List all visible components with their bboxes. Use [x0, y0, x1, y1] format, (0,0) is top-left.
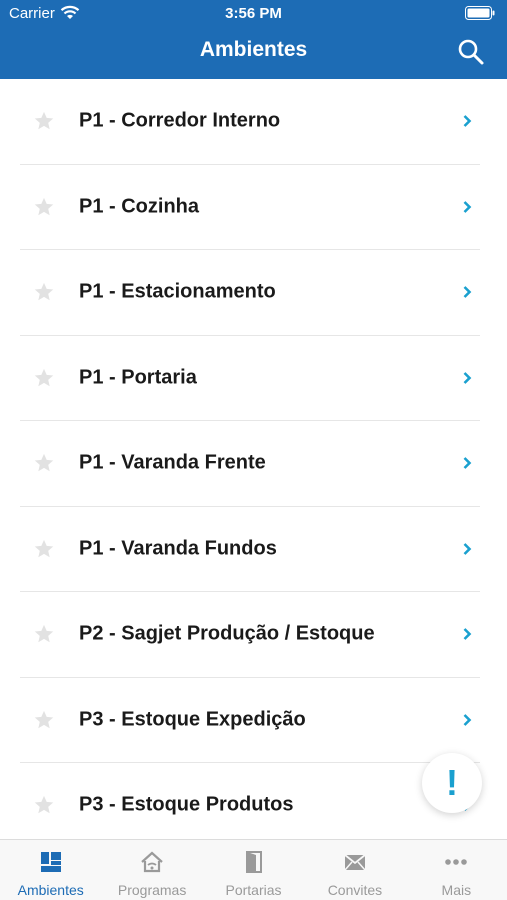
tab-convites[interactable]: Convites: [304, 840, 405, 900]
list-item[interactable]: P3 - Estoque Produtos: [20, 763, 480, 839]
star-icon[interactable]: [33, 281, 55, 303]
list-item-label: P1 - Portaria: [79, 366, 197, 389]
home-wifi-icon: [141, 851, 163, 873]
tab-label: Convites: [327, 882, 383, 898]
page-title: Ambientes: [199, 38, 308, 61]
tab-label: Portarias: [225, 882, 282, 898]
chevron-right-icon: [463, 457, 472, 470]
chevron-right-icon: [463, 286, 472, 299]
list-item[interactable]: P1 - Varanda Fundos: [20, 507, 480, 592]
star-icon[interactable]: [33, 709, 55, 731]
list-item-label: P1 - Corredor Interno: [79, 109, 281, 132]
star-icon[interactable]: [33, 794, 55, 816]
tab-label: Mais: [441, 882, 472, 898]
chevron-right-icon: [463, 542, 472, 555]
status-bar: Carrier 3:56 PM: [0, 0, 507, 28]
environment-list: P1 - Corredor Interno P1 - Cozinha P1 - …: [0, 79, 507, 839]
chevron-right-icon: [463, 371, 472, 384]
list-item[interactable]: P1 - Estacionamento: [20, 250, 480, 336]
search-icon[interactable]: [457, 38, 485, 66]
envelope-icon: [344, 854, 366, 871]
list-item-label: P1 - Estacionamento: [79, 280, 276, 303]
star-icon[interactable]: [33, 196, 55, 218]
chevron-right-icon: [463, 628, 472, 641]
list-item-label: P1 - Cozinha: [79, 195, 200, 218]
chevron-right-icon: [463, 115, 472, 128]
list-item[interactable]: P3 - Estoque Expedição: [20, 678, 480, 763]
grid-icon: [40, 852, 61, 872]
star-icon[interactable]: [33, 367, 55, 389]
door-icon: [245, 851, 262, 873]
list-item-label: P3 - Estoque Produtos: [79, 793, 294, 816]
list-item[interactable]: P1 - Portaria: [20, 336, 480, 421]
top-bar: Carrier 3:56 PM Ambientes: [0, 0, 507, 79]
tab-mais[interactable]: Mais: [406, 840, 507, 900]
tab-label: Programas: [117, 882, 187, 898]
star-icon[interactable]: [33, 452, 55, 474]
status-time: 3:56 PM: [225, 5, 282, 22]
tab-programas[interactable]: Programas: [101, 840, 202, 900]
alert-button[interactable]: !: [422, 753, 482, 813]
chevron-right-icon: [463, 713, 472, 726]
chevron-right-icon: [463, 200, 472, 213]
more-icon: [445, 859, 468, 865]
star-icon[interactable]: [33, 110, 55, 132]
list-item[interactable]: P1 - Varanda Frente: [20, 421, 480, 507]
star-icon[interactable]: [33, 623, 55, 645]
tab-bar: Ambientes Programas Portarias Convites M…: [0, 839, 507, 900]
battery-icon: [465, 6, 495, 20]
list-item[interactable]: P1 - Cozinha: [20, 165, 480, 250]
tab-label: Ambientes: [17, 882, 84, 898]
list-item[interactable]: P1 - Corredor Interno: [20, 79, 480, 165]
list-item-label: P2 - Sagjet Produção / Estoque: [79, 622, 375, 645]
list-item-label: P1 - Varanda Fundos: [79, 537, 277, 560]
tab-portarias[interactable]: Portarias: [203, 840, 304, 900]
list-item[interactable]: P2 - Sagjet Produção / Estoque: [20, 592, 480, 678]
list-item-label: P1 - Varanda Frente: [79, 451, 266, 474]
tab-ambientes[interactable]: Ambientes: [0, 840, 101, 900]
list-item-label: P3 - Estoque Expedição: [79, 708, 306, 731]
star-icon[interactable]: [33, 538, 55, 560]
